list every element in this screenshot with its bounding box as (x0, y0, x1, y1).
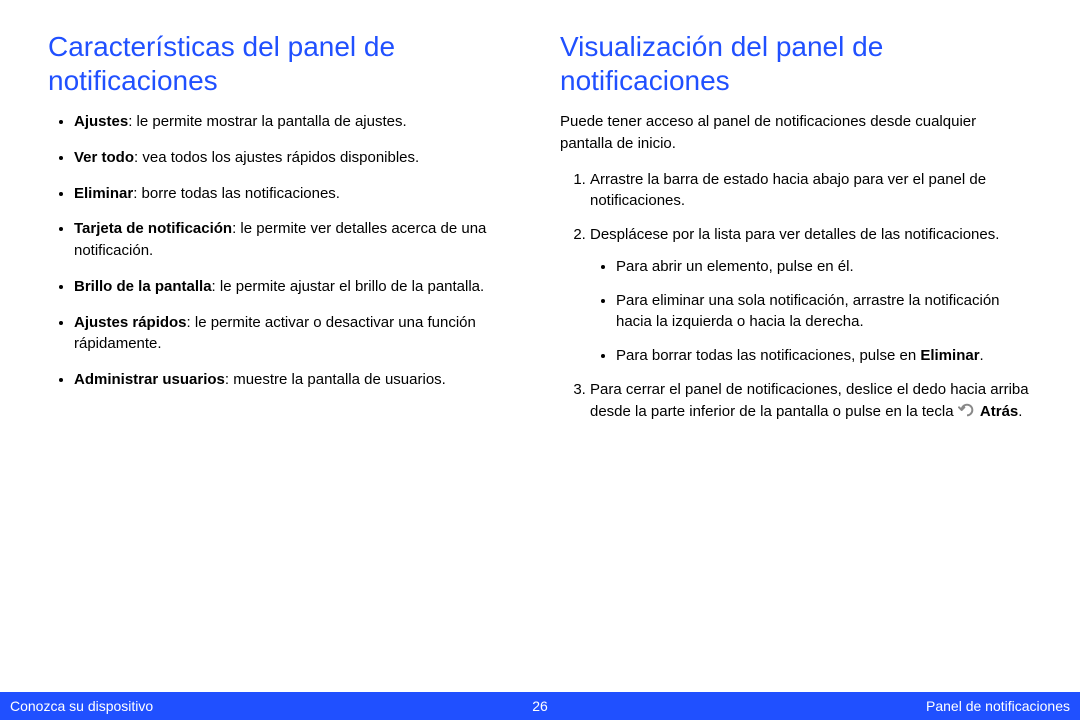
footer-page-number: 26 (532, 698, 548, 714)
steps-list: Arrastre la barra de estado hacia abajo … (560, 169, 1032, 423)
item-term: Tarjeta de notificación (74, 220, 232, 237)
item-term: Brillo de la pantalla (74, 278, 212, 295)
item-desc: : le permite mostrar la pantalla de ajus… (128, 113, 406, 130)
page-footer: Conozca su dispositivo 26 Panel de notif… (0, 692, 1080, 720)
step-item: Arrastre la barra de estado hacia abajo … (590, 169, 1032, 213)
item-desc: : vea todos los ajustes rápidos disponib… (134, 149, 419, 166)
list-item: Tarjeta de notificación: le permite ver … (74, 218, 520, 262)
page-container: Características del panel de notificacio… (0, 0, 1080, 720)
step-text-bold: Atrás (980, 403, 1018, 420)
sub-item: Para eliminar una sola notificación, arr… (616, 290, 1032, 334)
list-item: Eliminar: borre todas las notificaciones… (74, 183, 520, 205)
sub-list: Para abrir un elemento, pulse en él. Par… (590, 256, 1032, 367)
item-term: Eliminar (74, 185, 133, 202)
step-item: Para cerrar el panel de notificaciones, … (590, 379, 1032, 423)
intro-paragraph: Puede tener acceso al panel de notificac… (560, 111, 1032, 155)
item-term: Administrar usuarios (74, 371, 225, 388)
item-term: Ajustes (74, 113, 128, 130)
right-column: Visualización del panel de notificacione… (560, 30, 1032, 434)
step-text: Desplácese por la lista para ver detalle… (590, 226, 999, 243)
item-desc: : le permite ajustar el brillo de la pan… (212, 278, 485, 295)
features-list: Ajustes: le permite mostrar la pantalla … (48, 111, 520, 391)
content-columns: Características del panel de notificacio… (0, 0, 1080, 434)
left-heading: Características del panel de notificacio… (48, 30, 520, 97)
item-desc: : muestre la pantalla de usuarios. (225, 371, 446, 388)
right-heading: Visualización del panel de notificacione… (560, 30, 1032, 97)
list-item: Ajustes: le permite mostrar la pantalla … (74, 111, 520, 133)
sub-item: Para borrar todas las notificaciones, pu… (616, 345, 1032, 367)
sub-text-bold: Eliminar (920, 347, 979, 364)
footer-section-name: Conozca su dispositivo (10, 698, 153, 714)
item-desc: : borre todas las notificaciones. (133, 185, 340, 202)
list-item: Ajustes rápidos: le permite activar o de… (74, 312, 520, 356)
left-column: Características del panel de notificacio… (48, 30, 520, 434)
sub-text-post: . (980, 347, 984, 364)
footer-topic-name: Panel de notificaciones (926, 698, 1070, 714)
step-item: Desplácese por la lista para ver detalle… (590, 224, 1032, 367)
step-text-post: . (1018, 403, 1022, 420)
sub-text-pre: Para borrar todas las notificaciones, pu… (616, 347, 920, 364)
back-icon (958, 402, 976, 418)
list-item: Brillo de la pantalla: le permite ajusta… (74, 276, 520, 298)
item-term: Ver todo (74, 149, 134, 166)
sub-item: Para abrir un elemento, pulse en él. (616, 256, 1032, 278)
list-item: Ver todo: vea todos los ajustes rápidos … (74, 147, 520, 169)
item-term: Ajustes rápidos (74, 314, 187, 331)
list-item: Administrar usuarios: muestre la pantall… (74, 369, 520, 391)
